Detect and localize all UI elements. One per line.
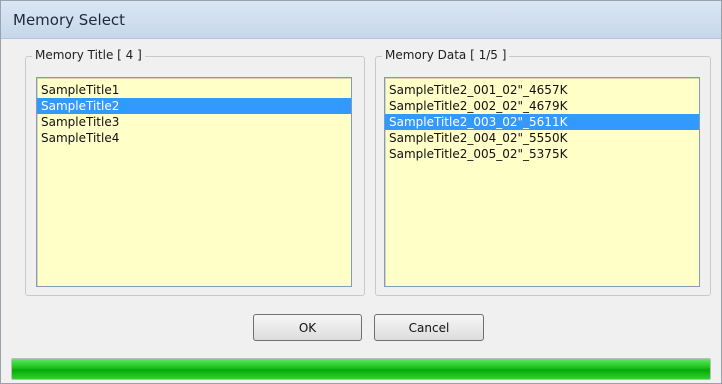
- list-item[interactable]: SampleTitle2_004_02"_5550K: [385, 130, 699, 146]
- memory-data-label: Memory Data [ 1/5 ]: [382, 47, 510, 63]
- memory-title-label: Memory Title [ 4 ]: [32, 47, 145, 63]
- memory-select-dialog: Memory Select Memory Title [ 4 ] SampleT…: [0, 0, 722, 384]
- list-item[interactable]: SampleTitle1: [37, 82, 351, 98]
- ok-button[interactable]: OK: [253, 314, 362, 341]
- list-item[interactable]: SampleTitle2_005_02"_5375K: [385, 146, 699, 162]
- window-title: Memory Select: [13, 11, 126, 29]
- title-bar[interactable]: Memory Select: [1, 1, 721, 39]
- memory-data-list[interactable]: SampleTitle2_001_02"_4657K SampleTitle2_0…: [384, 77, 700, 287]
- list-item[interactable]: SampleTitle3: [37, 114, 351, 130]
- list-item[interactable]: SampleTitle2: [37, 98, 351, 114]
- list-item[interactable]: SampleTitle2_002_02"_4679K: [385, 98, 699, 114]
- memory-data-group: Memory Data [ 1/5 ] SampleTitle2_001_02"…: [375, 47, 711, 296]
- list-item[interactable]: SampleTitle2_003_02"_5611K: [385, 114, 699, 130]
- memory-title-list[interactable]: SampleTitle1 SampleTitle2 SampleTitle3 Samp…: [36, 77, 352, 287]
- list-item[interactable]: SampleTitle4: [37, 130, 351, 146]
- progress-fill: [12, 359, 710, 379]
- memory-title-group: Memory Title [ 4 ] SampleTitle1 SampleTit…: [25, 47, 365, 296]
- cancel-button[interactable]: Cancel: [374, 314, 484, 341]
- list-item[interactable]: SampleTitle2_001_02"_4657K: [385, 82, 699, 98]
- progress-bar: [11, 358, 711, 380]
